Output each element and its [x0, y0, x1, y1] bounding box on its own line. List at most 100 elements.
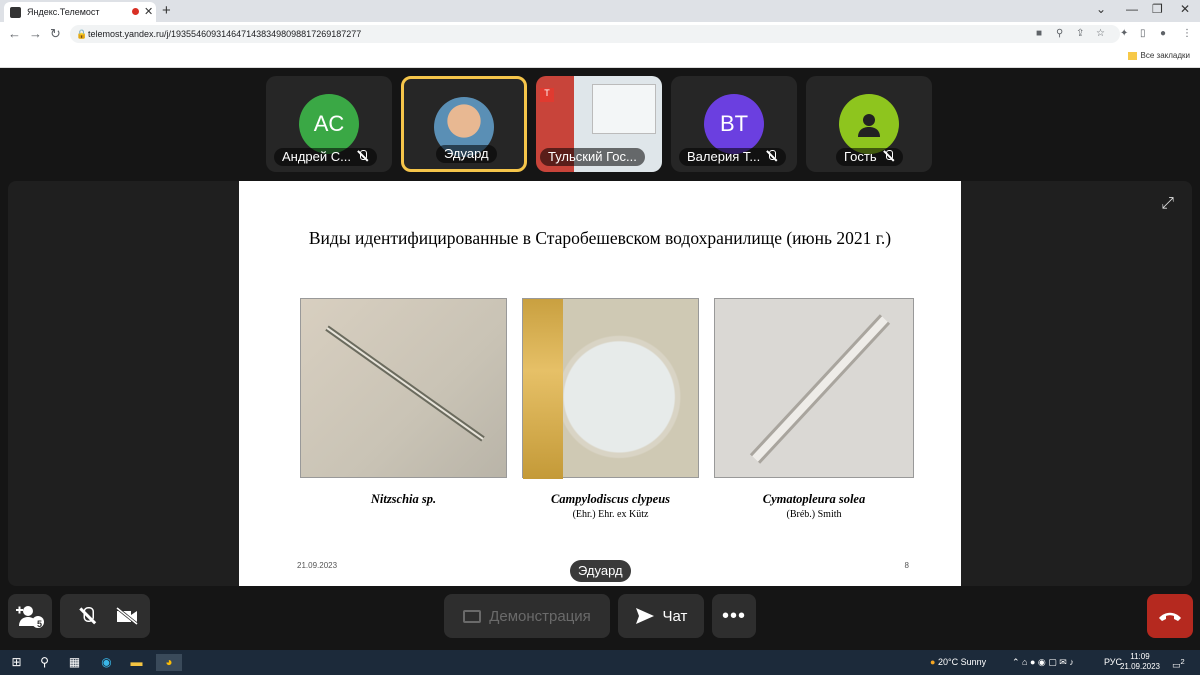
system-clock[interactable]: 11:09 21.09.2023: [1120, 652, 1160, 672]
mic-toggle-button[interactable]: [72, 606, 94, 626]
caption-campylodiscus: Campylodiscus clypeus (Ehr.) Ehr. ex Küt…: [522, 492, 699, 520]
url-text: telemost.yandex.ru/j/1935546093146471438…: [88, 29, 362, 39]
phone-hangup-icon: [1159, 612, 1181, 621]
diatom-shape-icon: [749, 314, 891, 464]
camera-icon[interactable]: ■: [1036, 28, 1042, 39]
media-controls: [60, 594, 150, 638]
participant-name: Эдуард: [436, 145, 497, 163]
notification-count: 2: [1180, 657, 1185, 666]
weather-text: 20°C Sunny: [937, 657, 987, 667]
chat-label: Чат: [662, 607, 688, 625]
windows-taskbar: ⊞ ⚲ ▦ ◉ ▬ ◕ ● 20°C Sunny ⌃ ⌂ ● ◉ ▢ ✉ ♪ Р…: [0, 650, 1200, 675]
reload-button[interactable]: ↻: [50, 26, 61, 42]
browser-tabbar: Яндекс.Телемост ✕ + ⌄ — ❐ ✕: [0, 0, 1200, 22]
species-name: Nitzschia sp.: [370, 492, 437, 506]
participant-tile-video[interactable]: T Тульский Гос...: [536, 76, 662, 172]
participant-tile-active[interactable]: Эдуард: [401, 76, 527, 172]
mic-off-icon: [883, 150, 895, 162]
forward-button[interactable]: →: [29, 26, 42, 41]
sidepanel-icon[interactable]: ▯: [1140, 28, 1146, 39]
file-explorer-icon[interactable]: ▬: [128, 654, 145, 671]
minimize-button[interactable]: —: [1126, 2, 1138, 16]
tray-icons[interactable]: ⌃ ⌂ ● ◉ ▢ ✉ ♪: [1012, 657, 1074, 668]
more-options-button[interactable]: •••: [712, 594, 756, 638]
chat-button[interactable]: Чат: [618, 594, 704, 638]
participant-name: Валерия Т...: [679, 148, 787, 166]
caption-nitzschia: Nitzschia sp.: [300, 492, 507, 507]
mic-off-icon: [766, 150, 778, 162]
participant-name: Тульский Гос...: [540, 148, 645, 166]
new-tab-button[interactable]: +: [162, 2, 171, 19]
recording-indicator-icon: [132, 8, 139, 15]
screen-share-button[interactable]: Демонстрация: [444, 594, 610, 638]
slide-date: 21.09.2023: [297, 561, 338, 570]
all-bookmarks[interactable]: Все закладки: [1127, 51, 1190, 60]
address-bar[interactable]: 🔒 telemost.yandex.ru/j/19355460931464714…: [70, 25, 1120, 43]
microscope-image-cymatopleura: [714, 298, 914, 478]
screen-share-label: Демонстрация: [489, 607, 591, 625]
browser-tab[interactable]: Яндекс.Телемост ✕: [4, 2, 156, 22]
participant-name: Гость: [836, 148, 903, 166]
all-bookmarks-label: Все закладки: [1140, 51, 1190, 60]
microscope-image-campylodiscus: [522, 298, 699, 479]
presentation-slide: Виды идентифицированные в Старобешевском…: [239, 181, 961, 586]
avatar: AC: [299, 94, 359, 154]
diatom-shape-icon: [325, 325, 485, 442]
species-author: (Ehr.) Ehr. ex Kütz: [572, 509, 649, 520]
fullscreen-icon[interactable]: ⤢: [1161, 195, 1174, 213]
camera-off-icon: [116, 607, 138, 625]
notification-center[interactable]: ▭2: [1172, 657, 1185, 671]
participant-name: Андрей С...: [274, 148, 377, 166]
participant-tile[interactable]: BT Валерия Т...: [671, 76, 797, 172]
person-icon: [858, 114, 880, 137]
bookmark-star-icon[interactable]: ☆: [1096, 28, 1105, 39]
telemost-favicon-icon: [10, 6, 21, 18]
end-call-button[interactable]: [1147, 594, 1193, 638]
avatar: BT: [704, 94, 764, 154]
meeting-area: AC Андрей С... Эдуард T Тульский Гос... …: [0, 68, 1200, 650]
projection-screen: [592, 84, 656, 134]
slide-title: Виды идентифицированные в Старобешевском…: [308, 228, 892, 248]
restore-button[interactable]: ❐: [1152, 2, 1163, 16]
caption-cymatopleura: Cymatopleura solea (Bréb.) Smith: [714, 492, 914, 520]
speaker-label: Эдуард: [570, 560, 631, 582]
edge-icon[interactable]: ◉: [98, 654, 115, 671]
guest-avatar: [839, 94, 899, 154]
mic-off-icon: [357, 150, 369, 162]
send-icon: [635, 608, 654, 624]
windows-start-icon[interactable]: ⊞: [8, 654, 25, 671]
close-window-button[interactable]: ✕: [1180, 2, 1190, 16]
slide-number: 8: [904, 561, 909, 570]
tab-close-icon[interactable]: ✕: [144, 5, 153, 18]
screen-share-icon: [463, 609, 482, 623]
participant-tile[interactable]: Гость: [806, 76, 932, 172]
chrome-icon[interactable]: ◕: [156, 654, 182, 671]
search-icon[interactable]: ⚲: [36, 654, 53, 671]
back-button[interactable]: ←: [8, 26, 21, 41]
zoom-icon[interactable]: ⚲: [1056, 28, 1063, 39]
extensions-icon[interactable]: ✦: [1120, 28, 1128, 39]
add-participant-button[interactable]: 5: [8, 594, 52, 638]
mic-off-icon: [79, 607, 97, 625]
algae-cluster: [523, 299, 563, 479]
sun-icon: ●: [930, 657, 936, 667]
lock-icon: 🔒: [76, 29, 88, 39]
clock-time: 11:09: [1130, 652, 1150, 661]
clock-date: 21.09.2023: [1119, 662, 1160, 671]
menu-icon[interactable]: ⋮: [1182, 28, 1192, 39]
task-view-icon[interactable]: ▦: [66, 654, 83, 671]
species-author: (Bréb.) Smith: [786, 509, 842, 520]
tab-search-icon[interactable]: ⌄: [1096, 2, 1106, 16]
tulgu-logo-icon: T: [540, 88, 554, 102]
profile-icon[interactable]: ●: [1160, 28, 1166, 39]
microscope-image-nitzschia: [300, 298, 507, 478]
species-name: Campylodiscus clypeus: [550, 492, 671, 506]
share-icon[interactable]: ⇪: [1076, 28, 1084, 39]
species-name: Cymatopleura solea: [762, 492, 866, 506]
participant-tile[interactable]: AC Андрей С...: [266, 76, 392, 172]
bookmarks-bar: Все закладки: [0, 46, 1200, 68]
weather-widget[interactable]: ● 20°C Sunny: [930, 657, 986, 667]
participants-count: 5: [37, 619, 43, 629]
folder-icon: [1127, 51, 1137, 60]
tab-title: Яндекс.Телемост: [27, 7, 100, 17]
